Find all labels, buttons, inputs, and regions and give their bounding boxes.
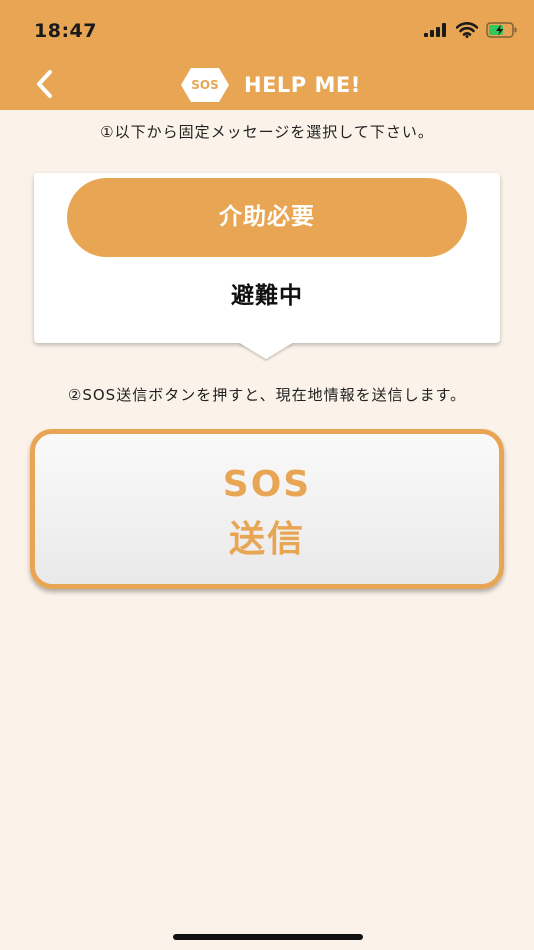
sos-logo-text: SOS: [191, 78, 219, 92]
card-pointer-arrow: [238, 342, 294, 359]
cellular-signal-icon: [424, 23, 446, 37]
app-header: 18:47 SOS HELP ME!: [0, 0, 534, 110]
status-icons: [424, 22, 518, 38]
page-title: HELP ME!: [244, 73, 361, 97]
sos-logo-icon: SOS: [180, 67, 230, 103]
wifi-icon: [456, 22, 478, 38]
status-time: 18:47: [34, 20, 97, 42]
message-option-evacuating[interactable]: 避難中: [67, 260, 467, 332]
instruction-step1: ①以下から固定メッセージを選択して下さい。: [100, 123, 434, 141]
battery-charging-icon: [486, 22, 517, 38]
instruction-step2: ②SOS送信ボタンを押すと、現在地情報を送信します。: [67, 386, 467, 404]
sos-button-label-line2: 送信: [228, 519, 305, 560]
home-indicator[interactable]: [173, 934, 363, 940]
sos-button-label-line1: SOS: [222, 464, 312, 505]
header-title-group: SOS HELP ME!: [180, 66, 361, 104]
sos-send-button[interactable]: SOS 送信: [30, 429, 504, 589]
back-button[interactable]: [30, 68, 62, 100]
message-option-assistance[interactable]: 介助必要: [67, 178, 467, 257]
